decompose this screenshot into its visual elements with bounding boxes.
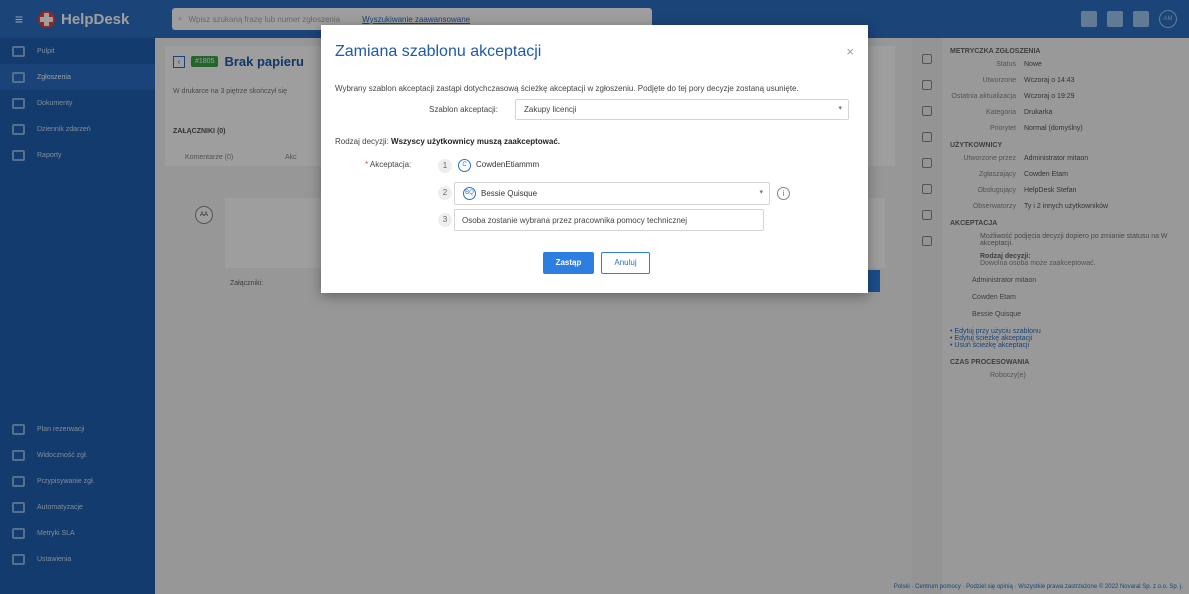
approver-input[interactable]: Osoba zostanie wybrana przez pracownika … [454,209,764,231]
replace-approval-template-dialog: Zamiana szablonu akceptacji × Wybrany sz… [321,25,868,293]
step-number: 2 [438,186,452,200]
chevron-down-icon: ▾ [838,105,842,112]
template-select-value: Zakupy licencji [524,105,577,114]
template-select[interactable]: Zakupy licencji ▾ [515,99,849,120]
chevron-down-icon: ▾ [759,189,763,196]
step-number: 1 [438,159,452,173]
approver-select-value: Bessie Quisque [481,189,538,198]
approver-select[interactable]: BQ Bessie Quisque ▾ [454,182,770,205]
approval-label-line: * Akceptacja: [365,160,411,169]
step-number: 3 [438,213,452,227]
dialog-description: Wybrany szablon akceptacji zastąpi dotyc… [335,84,799,93]
decision-prefix: Rodzaj decyzji: [335,137,392,146]
close-icon[interactable]: × [846,44,854,59]
template-label: Szablon akceptacji: [429,105,498,114]
required-mark: * [365,160,369,169]
info-icon[interactable]: i [777,187,790,200]
dialog-title: Zamiana szablonu akceptacji [335,43,542,60]
cancel-button[interactable]: Anuluj [601,252,650,274]
decision-type: Wszyscy użytkownicy muszą zaakceptować. [391,137,560,146]
approver-name: CowdenEtiammm [476,160,540,169]
approval-label: Akceptacja: [369,160,412,169]
approver-avatar: BQ [463,187,476,200]
approver-avatar: C [458,159,471,172]
replace-button[interactable]: Zastąp [543,252,594,274]
decision-type-line: Rodzaj decyzji: Wszyscy użytkownicy musz… [335,137,560,146]
